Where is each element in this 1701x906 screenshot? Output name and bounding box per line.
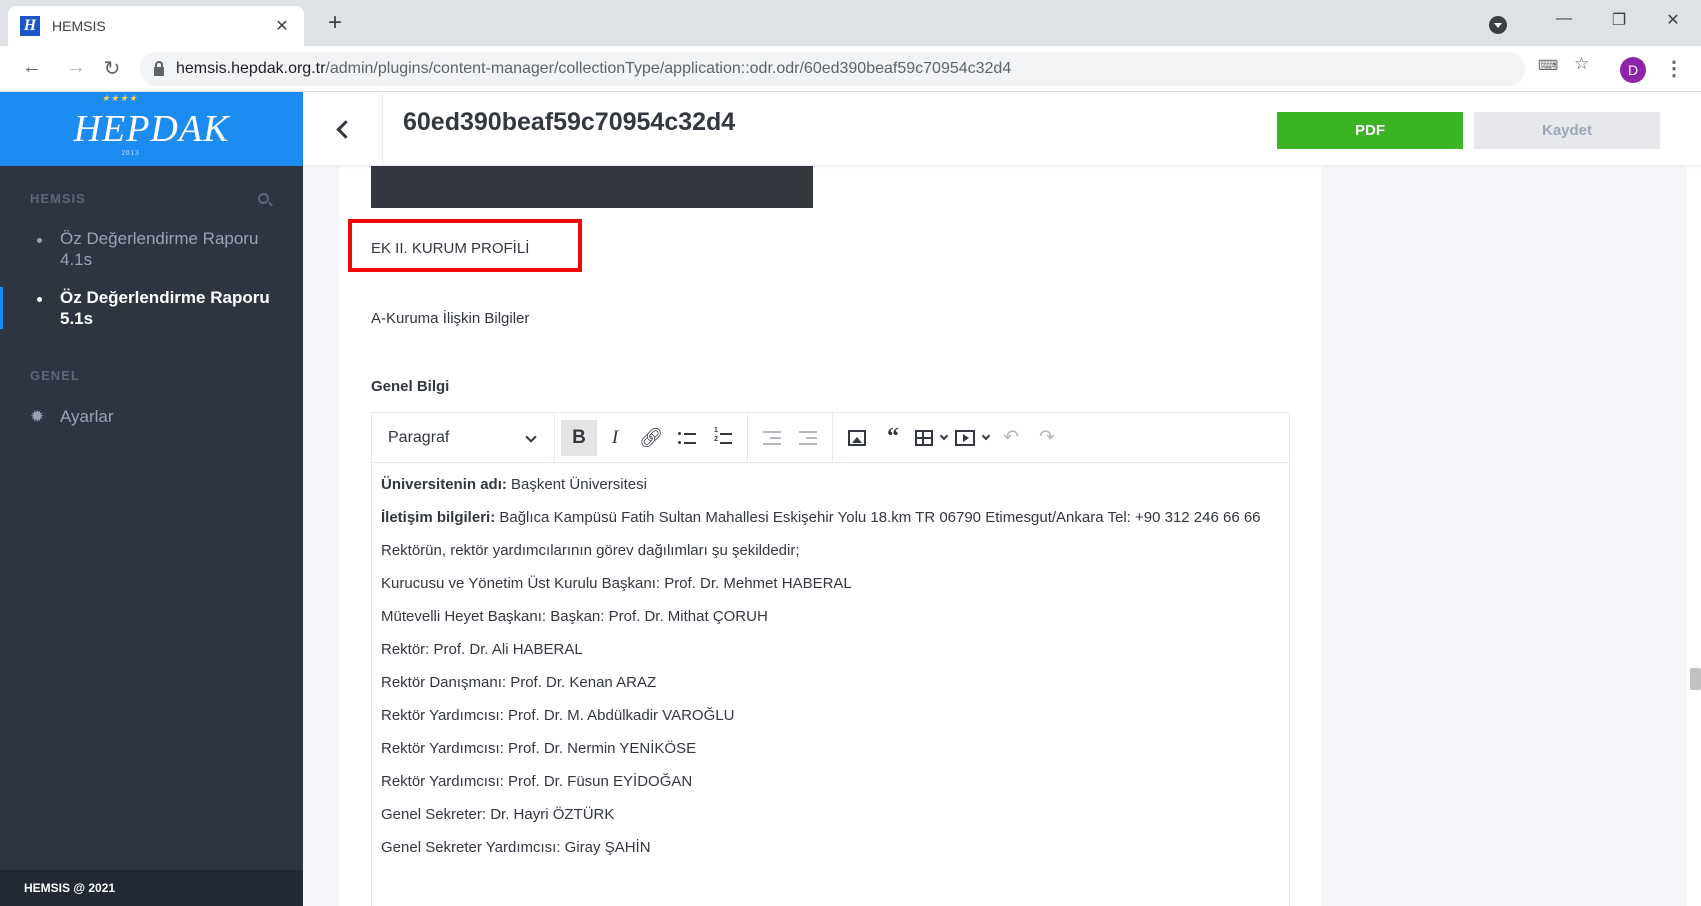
content-header: 60ed390beaf59c70954c32d4 PDF Kaydet	[303, 92, 1701, 166]
editor-paragraph: Rektör Yardımcısı: Prof. Dr. M. Abdülkad…	[381, 707, 735, 724]
toolbar-group-format: B I 🔗︎ 12	[555, 412, 748, 463]
sidebar-item-label: Öz Değerlendirme Raporu 5.1s	[60, 288, 270, 328]
editor-paragraph: Üniversitenin adı: Başkent Üniversitesi	[381, 476, 647, 493]
back-button[interactable]	[303, 92, 383, 166]
browser-toolbar: ← → ↻ hemsis.hepdak.org.tr/admin/plugins…	[0, 46, 1701, 92]
bookmark-star-icon[interactable]: ☆	[1574, 54, 1589, 74]
back-arrow-icon[interactable]: ←	[18, 56, 46, 79]
search-icon[interactable]	[258, 192, 269, 204]
scrollbar-thumb[interactable]	[1690, 668, 1701, 690]
sidebar-item-label: Ayarlar	[60, 407, 114, 426]
address-bar[interactable]: hemsis.hepdak.org.tr/admin/plugins/conte…	[140, 52, 1525, 86]
tab-close-icon[interactable]: ✕	[272, 16, 292, 36]
stars-icon: ★★★★	[101, 93, 138, 103]
editor-paragraph: Kurucusu ve Yönetim Üst Kurulu Başkanı: …	[381, 575, 852, 592]
toolbar-group-indent	[748, 412, 833, 463]
bulleted-list-icon[interactable]	[669, 420, 705, 456]
outdent-icon[interactable]	[790, 420, 826, 456]
link-icon[interactable]: 🔗︎	[633, 420, 669, 456]
profile-avatar[interactable]: D	[1620, 57, 1646, 83]
sidebar-item-odr-4-1[interactable]: Öz Değerlendirme Raporu 4.1s	[0, 228, 303, 270]
editor-paragraph: Rektör Danışmanı: Prof. Dr. Kenan ARAZ	[381, 674, 657, 691]
insert-image-icon[interactable]	[839, 420, 875, 456]
undo-icon[interactable]: ↶	[993, 420, 1029, 456]
paragraph-style-select[interactable]: Paragraf	[372, 412, 555, 463]
browser-tab[interactable]: H HEMSIS ✕	[8, 6, 304, 46]
chrome-menu-icon[interactable]: ⋮	[1664, 56, 1684, 81]
reload-icon[interactable]: ↻	[98, 56, 126, 81]
forward-arrow-icon[interactable]: →	[62, 56, 90, 79]
section-heading: EK II. KURUM PROFİLİ	[371, 240, 530, 257]
lock-icon	[154, 60, 164, 76]
rich-text-editor[interactable]: Paragraf B I 🔗︎ 12 “ ↶ ↷ Üniversitenin a…	[371, 412, 1290, 906]
scrollbar-track[interactable]	[1686, 92, 1701, 906]
bullet-icon	[37, 238, 42, 243]
editor-paragraph: Mütevelli Heyet Başkanı: Başkan: Prof. D…	[381, 608, 768, 625]
chevron-left-icon	[336, 119, 355, 139]
hemsis-favicon-icon: H	[20, 16, 40, 36]
browser-tab-bar: H HEMSIS ✕ + — ❐ ✕	[0, 0, 1701, 46]
translate-icon[interactable]: ⌨	[1538, 57, 1558, 74]
paragraph-style-value: Paragraf	[388, 428, 450, 446]
tab-title: HEMSIS	[52, 18, 106, 34]
insert-table-icon[interactable]	[911, 420, 951, 456]
editor-paragraph: İletişim bilgileri: Bağlıca Kampüsü Fati…	[381, 509, 1261, 526]
sidebar: ★★★★ HEPDAK 2013 HEMSIS Öz Değerlendirme…	[0, 92, 303, 906]
chrome-profile-menu-icon[interactable]	[1489, 16, 1507, 34]
sidebar-item-settings[interactable]: ✹ Ayarlar	[0, 407, 303, 427]
editor-paragraph: Genel Sekreter: Dr. Hayri ÖZTÜRK	[381, 806, 615, 823]
sidebar-item-odr-5-1[interactable]: Öz Değerlendirme Raporu 5.1s	[0, 287, 303, 329]
sidebar-footer: HEMSIS @ 2021	[0, 870, 303, 906]
field-label: Genel Bilgi	[371, 378, 450, 395]
numbered-list-icon[interactable]: 12	[705, 420, 741, 456]
url-text: hemsis.hepdak.org.tr/admin/plugins/conte…	[176, 60, 1012, 77]
editor-content[interactable]: Üniversitenin adı: Başkent Üniversitesi …	[372, 463, 1289, 879]
sidebar-section-hemsis: HEMSIS	[0, 188, 303, 208]
dark-banner	[371, 166, 813, 208]
insert-media-icon[interactable]	[951, 420, 993, 456]
brand-logo[interactable]: ★★★★ HEPDAK 2013	[0, 92, 303, 166]
page-title: 60ed390beaf59c70954c32d4	[403, 108, 736, 136]
bold-icon[interactable]: B	[561, 419, 597, 456]
editor-paragraph: Rektör: Prof. Dr. Ali HABERAL	[381, 641, 583, 658]
blockquote-icon[interactable]: “	[875, 420, 911, 456]
editor-paragraph: Rektörün, rektör yardımcılarının görev d…	[381, 542, 800, 559]
form-card: EK II. KURUM PROFİLİ A-Kuruma İlişkin Bi…	[339, 166, 1322, 906]
window-close-icon[interactable]: ✕	[1658, 10, 1688, 30]
redo-icon[interactable]: ↷	[1029, 420, 1065, 456]
editor-paragraph: Rektör Yardımcısı: Prof. Dr. Füsun EYİDO…	[381, 773, 693, 790]
sidebar-section-general: GENEL	[0, 365, 303, 385]
restore-icon[interactable]: ❐	[1604, 10, 1634, 30]
gear-icon: ✹	[30, 407, 45, 426]
sidebar-section-label: HEMSIS	[30, 190, 86, 206]
indent-icon[interactable]	[754, 420, 790, 456]
sidebar-item-label: Öz Değerlendirme Raporu 4.1s	[60, 229, 259, 269]
toolbar-group-insert: “ ↶ ↷	[833, 413, 1071, 463]
new-tab-icon[interactable]: +	[328, 11, 342, 35]
sidebar-section-label: GENEL	[30, 367, 80, 383]
hepdak-logo-text: HEPDAK	[73, 108, 230, 150]
editor-paragraph: Genel Sekreter Yardımcısı: Giray ŞAHİN	[381, 839, 651, 856]
brand-year: 2013	[121, 149, 140, 157]
section-subheading: A-Kuruma İlişkin Bilgiler	[371, 310, 530, 327]
minimize-icon[interactable]: —	[1549, 10, 1579, 28]
chevron-down-icon	[525, 430, 537, 443]
hepdak-logo: ★★★★ HEPDAK 2013	[73, 93, 230, 157]
save-button[interactable]: Kaydet	[1474, 112, 1660, 149]
editor-paragraph: Rektör Yardımcısı: Prof. Dr. Nermin YENİ…	[381, 740, 697, 757]
bullet-icon	[37, 297, 42, 302]
pdf-button[interactable]: PDF	[1277, 112, 1463, 149]
editor-toolbar: Paragraf B I 🔗︎ 12 “ ↶ ↷	[372, 412, 1289, 463]
italic-icon[interactable]: I	[597, 420, 633, 456]
